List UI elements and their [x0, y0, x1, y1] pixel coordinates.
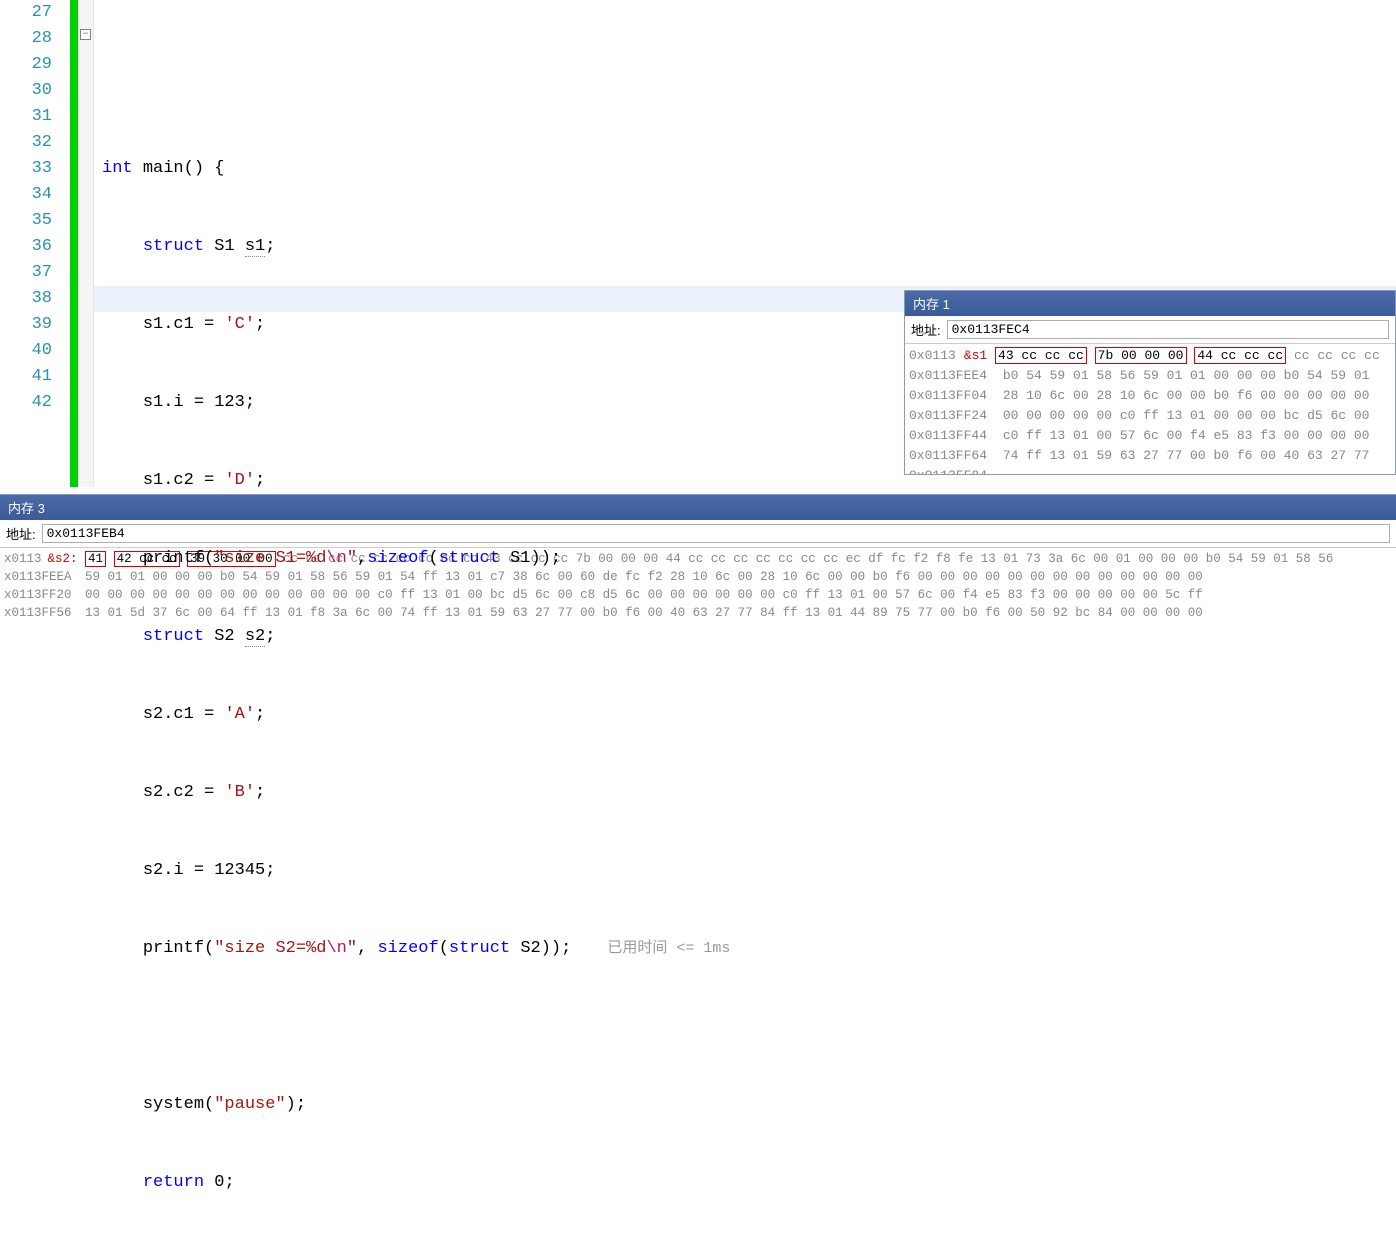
address-label: 地址: [6, 524, 36, 543]
line-number: 41 [0, 364, 52, 390]
line-number: 35 [0, 208, 52, 234]
code-line: s1.c2 = 'D'; [102, 468, 1396, 494]
line-number: 33 [0, 156, 52, 182]
line-number: 37 [0, 260, 52, 286]
code-line: struct S2 s2; [102, 624, 1396, 650]
fold-gutter: − [78, 0, 94, 487]
dump-row: 0x0113FF44 c0 ff 13 01 00 57 6c 00 f4 e5… [909, 426, 1391, 446]
line-number: 40 [0, 338, 52, 364]
code-line: int main() { [102, 156, 1396, 182]
code-line: printf("size S2=%d\n", sizeof(struct S2)… [102, 936, 1396, 962]
code-line: printf("size S1=%d\n",sizeof(struct S1))… [102, 546, 1396, 572]
memory-panel-3-title: 内存 3 [0, 495, 1396, 520]
dump-row: 0x0113&s1 43 cc cc cc 7b 00 00 00 44 cc … [909, 346, 1391, 366]
line-number: 30 [0, 78, 52, 104]
line-number: 38 [0, 286, 52, 312]
code-editor[interactable]: 27 28 29 30 31 32 33 34 35 36 37 38 39 4… [0, 0, 1396, 487]
code-line: s1.i = 123; [102, 390, 1396, 416]
line-number: 34 [0, 182, 52, 208]
line-number: 42 [0, 390, 52, 416]
code-line: system("pause"); [102, 1092, 1396, 1118]
line-number: 31 [0, 104, 52, 130]
line-number: 36 [0, 234, 52, 260]
address-input-3[interactable] [42, 524, 1390, 543]
code-line: return 0; [102, 1170, 1396, 1196]
line-gutter: 27 28 29 30 31 32 33 34 35 36 37 38 39 4… [0, 0, 70, 487]
code-line: s2.i = 12345; [102, 858, 1396, 884]
dump-row: x0113FF56 13 01 5d 37 6c 00 64 ff 13 01 … [4, 604, 1392, 622]
code-line: struct S1 s1; [102, 234, 1396, 260]
line-number: 39 [0, 312, 52, 338]
perf-hint: 已用时间 <= 1ms [571, 940, 730, 957]
fold-toggle-icon[interactable]: − [80, 29, 91, 40]
code-line: s2.c2 = 'B'; [102, 780, 1396, 806]
dump-row: x0113FF20 00 00 00 00 00 00 00 00 00 00 … [4, 586, 1392, 604]
line-number: 32 [0, 130, 52, 156]
dump-row: 0x0113FF64 74 ff 13 01 59 63 27 77 00 b0… [909, 446, 1391, 466]
dump-row: 0x0113FEE4 b0 54 59 01 58 56 59 01 01 00… [909, 366, 1391, 386]
line-number: 27 [0, 0, 52, 26]
code-area[interactable]: int main() { struct S1 s1; s1.c1 = 'C'; … [94, 0, 1396, 487]
code-line: s2.c1 = 'A'; [102, 702, 1396, 728]
line-number: 28 [0, 26, 52, 52]
change-marker [70, 0, 78, 487]
code-line: s1.c1 = 'C'; [102, 312, 1396, 338]
line-number: 29 [0, 52, 52, 78]
